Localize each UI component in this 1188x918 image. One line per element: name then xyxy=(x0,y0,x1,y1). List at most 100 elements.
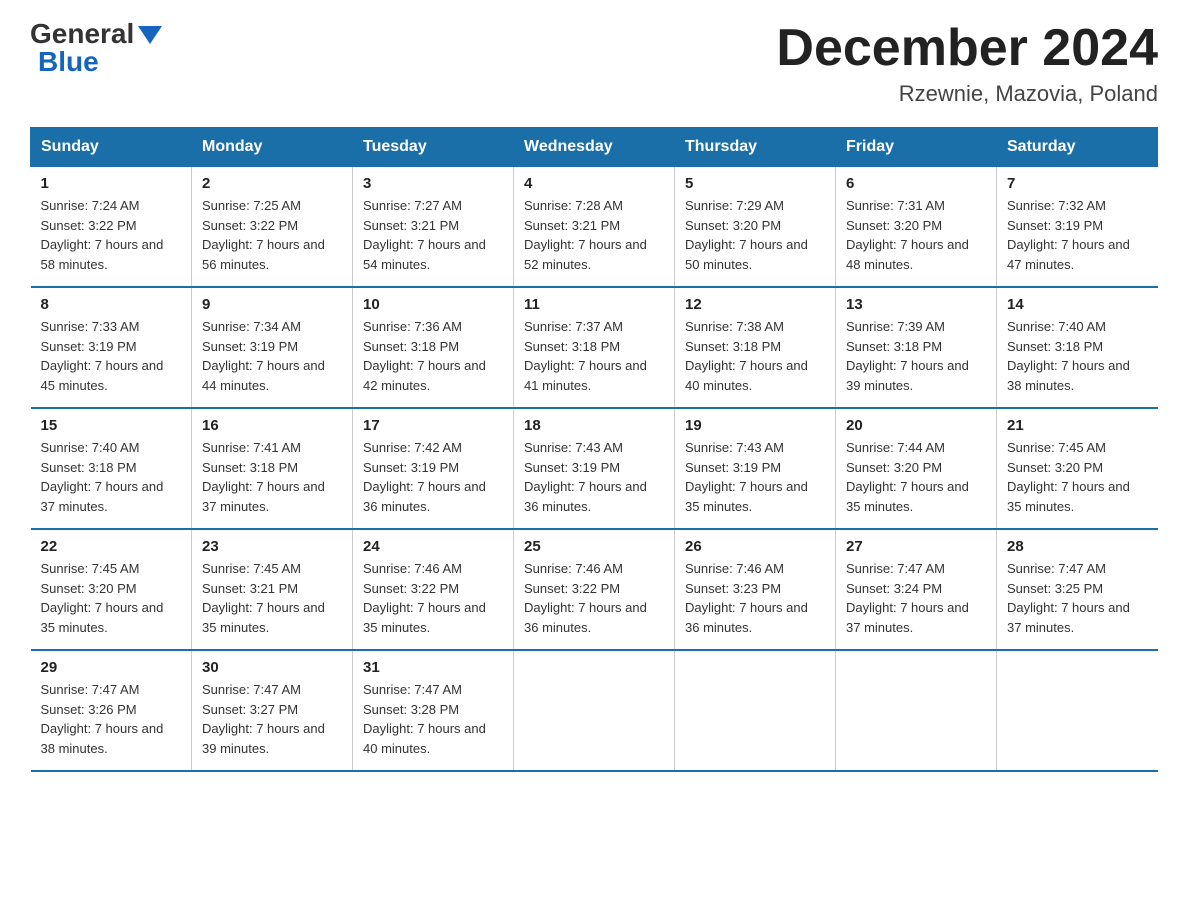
day-number: 12 xyxy=(685,296,825,313)
day-number: 30 xyxy=(202,659,342,676)
day-number: 20 xyxy=(846,417,986,434)
day-info: Sunrise: 7:33 AMSunset: 3:19 PMDaylight:… xyxy=(41,317,182,395)
weekday-header-sunday: Sunday xyxy=(31,128,192,167)
calendar-day-cell: 25Sunrise: 7:46 AMSunset: 3:22 PMDayligh… xyxy=(514,529,675,650)
day-number: 1 xyxy=(41,175,182,192)
day-info: Sunrise: 7:45 AMSunset: 3:20 PMDaylight:… xyxy=(41,559,182,637)
day-info: Sunrise: 7:37 AMSunset: 3:18 PMDaylight:… xyxy=(524,317,664,395)
calendar-day-cell: 21Sunrise: 7:45 AMSunset: 3:20 PMDayligh… xyxy=(997,408,1158,529)
calendar-day-cell: 27Sunrise: 7:47 AMSunset: 3:24 PMDayligh… xyxy=(836,529,997,650)
day-number: 15 xyxy=(41,417,182,434)
calendar-table: SundayMondayTuesdayWednesdayThursdayFrid… xyxy=(30,127,1158,772)
day-info: Sunrise: 7:47 AMSunset: 3:25 PMDaylight:… xyxy=(1007,559,1148,637)
calendar-day-cell: 24Sunrise: 7:46 AMSunset: 3:22 PMDayligh… xyxy=(353,529,514,650)
calendar-day-cell: 10 Sunrise: 7:36 AMSunset: 3:18 PMDayligh… xyxy=(353,287,514,408)
weekday-header-wednesday: Wednesday xyxy=(514,128,675,167)
weekday-header-saturday: Saturday xyxy=(997,128,1158,167)
day-number: 31 xyxy=(363,659,503,676)
calendar-day-cell: 15 Sunrise: 7:40 AMSunset: 3:18 PMDayligh… xyxy=(31,408,192,529)
calendar-day-cell: 16 Sunrise: 7:41 AMSunset: 3:18 PMDayligh… xyxy=(192,408,353,529)
day-info: Sunrise: 7:32 AMSunset: 3:19 PMDaylight:… xyxy=(1007,196,1148,274)
calendar-week-row: 1Sunrise: 7:24 AMSunset: 3:22 PMDaylight… xyxy=(31,167,1158,288)
day-number: 17 xyxy=(363,417,503,434)
logo-text-blue: Blue xyxy=(38,48,99,76)
day-number: 2 xyxy=(202,175,342,192)
calendar-day-cell: 12 Sunrise: 7:38 AMSunset: 3:18 PMDayligh… xyxy=(675,287,836,408)
calendar-day-cell: 18Sunrise: 7:43 AMSunset: 3:19 PMDayligh… xyxy=(514,408,675,529)
calendar-day-cell xyxy=(836,650,997,771)
day-number: 7 xyxy=(1007,175,1148,192)
day-info: Sunrise: 7:46 AMSunset: 3:23 PMDaylight:… xyxy=(685,559,825,637)
day-number: 11 xyxy=(524,296,664,313)
calendar-week-row: 8Sunrise: 7:33 AMSunset: 3:19 PMDaylight… xyxy=(31,287,1158,408)
day-info: Sunrise: 7:41 AMSunset: 3:18 PMDaylight:… xyxy=(202,438,342,516)
calendar-day-cell: 13 Sunrise: 7:39 AMSunset: 3:18 PMDayligh… xyxy=(836,287,997,408)
day-number: 18 xyxy=(524,417,664,434)
day-number: 26 xyxy=(685,538,825,555)
day-info: Sunrise: 7:46 AMSunset: 3:22 PMDaylight:… xyxy=(524,559,664,637)
calendar-day-cell: 19Sunrise: 7:43 AMSunset: 3:19 PMDayligh… xyxy=(675,408,836,529)
day-number: 3 xyxy=(363,175,503,192)
day-number: 9 xyxy=(202,296,342,313)
calendar-week-row: 15 Sunrise: 7:40 AMSunset: 3:18 PMDayligh… xyxy=(31,408,1158,529)
day-number: 23 xyxy=(202,538,342,555)
day-info: Sunrise: 7:36 AMSunset: 3:18 PMDaylight:… xyxy=(363,317,503,395)
location: Rzewnie, Mazovia, Poland xyxy=(776,81,1158,107)
day-number: 4 xyxy=(524,175,664,192)
logo-triangle-icon xyxy=(138,26,162,44)
weekday-header-friday: Friday xyxy=(836,128,997,167)
day-info: Sunrise: 7:47 AMSunset: 3:24 PMDaylight:… xyxy=(846,559,986,637)
weekday-header-thursday: Thursday xyxy=(675,128,836,167)
calendar-week-row: 22 Sunrise: 7:45 AMSunset: 3:20 PMDayligh… xyxy=(31,529,1158,650)
day-info: Sunrise: 7:39 AMSunset: 3:18 PMDaylight:… xyxy=(846,317,986,395)
calendar-day-cell: 9 Sunrise: 7:34 AMSunset: 3:19 PMDaylight… xyxy=(192,287,353,408)
calendar-day-cell xyxy=(514,650,675,771)
calendar-day-cell: 1Sunrise: 7:24 AMSunset: 3:22 PMDaylight… xyxy=(31,167,192,288)
logo: General Blue xyxy=(30,20,162,76)
title-block: December 2024 Rzewnie, Mazovia, Poland xyxy=(776,20,1158,107)
calendar-day-cell xyxy=(675,650,836,771)
day-info: Sunrise: 7:44 AMSunset: 3:20 PMDaylight:… xyxy=(846,438,986,516)
calendar-day-cell: 26 Sunrise: 7:46 AMSunset: 3:23 PMDayligh… xyxy=(675,529,836,650)
calendar-day-cell: 22 Sunrise: 7:45 AMSunset: 3:20 PMDayligh… xyxy=(31,529,192,650)
day-number: 21 xyxy=(1007,417,1148,434)
day-info: Sunrise: 7:25 AMSunset: 3:22 PMDaylight:… xyxy=(202,196,342,274)
calendar-day-cell: 3Sunrise: 7:27 AMSunset: 3:21 PMDaylight… xyxy=(353,167,514,288)
day-info: Sunrise: 7:46 AMSunset: 3:22 PMDaylight:… xyxy=(363,559,503,637)
day-info: Sunrise: 7:28 AMSunset: 3:21 PMDaylight:… xyxy=(524,196,664,274)
calendar-day-cell xyxy=(997,650,1158,771)
weekday-header-monday: Monday xyxy=(192,128,353,167)
calendar-day-cell: 30 Sunrise: 7:47 AMSunset: 3:27 PMDayligh… xyxy=(192,650,353,771)
calendar-day-cell: 6Sunrise: 7:31 AMSunset: 3:20 PMDaylight… xyxy=(836,167,997,288)
weekday-header-tuesday: Tuesday xyxy=(353,128,514,167)
calendar-day-cell: 7 Sunrise: 7:32 AMSunset: 3:19 PMDaylight… xyxy=(997,167,1158,288)
day-number: 13 xyxy=(846,296,986,313)
weekday-header-row: SundayMondayTuesdayWednesdayThursdayFrid… xyxy=(31,128,1158,167)
day-number: 10 xyxy=(363,296,503,313)
calendar-day-cell: 31 Sunrise: 7:47 AMSunset: 3:28 PMDayligh… xyxy=(353,650,514,771)
day-info: Sunrise: 7:34 AMSunset: 3:19 PMDaylight:… xyxy=(202,317,342,395)
day-info: Sunrise: 7:47 AMSunset: 3:26 PMDaylight:… xyxy=(41,680,182,758)
calendar-day-cell: 8Sunrise: 7:33 AMSunset: 3:19 PMDaylight… xyxy=(31,287,192,408)
calendar-day-cell: 11 Sunrise: 7:37 AMSunset: 3:18 PMDayligh… xyxy=(514,287,675,408)
day-info: Sunrise: 7:45 AMSunset: 3:21 PMDaylight:… xyxy=(202,559,342,637)
day-info: Sunrise: 7:47 AMSunset: 3:28 PMDaylight:… xyxy=(363,680,503,758)
day-info: Sunrise: 7:31 AMSunset: 3:20 PMDaylight:… xyxy=(846,196,986,274)
day-number: 28 xyxy=(1007,538,1148,555)
day-info: Sunrise: 7:29 AMSunset: 3:20 PMDaylight:… xyxy=(685,196,825,274)
day-number: 22 xyxy=(41,538,182,555)
day-info: Sunrise: 7:40 AMSunset: 3:18 PMDaylight:… xyxy=(41,438,182,516)
day-info: Sunrise: 7:47 AMSunset: 3:27 PMDaylight:… xyxy=(202,680,342,758)
day-number: 14 xyxy=(1007,296,1148,313)
calendar-week-row: 29 Sunrise: 7:47 AMSunset: 3:26 PMDayligh… xyxy=(31,650,1158,771)
day-number: 5 xyxy=(685,175,825,192)
day-info: Sunrise: 7:38 AMSunset: 3:18 PMDaylight:… xyxy=(685,317,825,395)
calendar-day-cell: 14Sunrise: 7:40 AMSunset: 3:18 PMDayligh… xyxy=(997,287,1158,408)
calendar-day-cell: 28 Sunrise: 7:47 AMSunset: 3:25 PMDayligh… xyxy=(997,529,1158,650)
day-number: 16 xyxy=(202,417,342,434)
day-info: Sunrise: 7:42 AMSunset: 3:19 PMDaylight:… xyxy=(363,438,503,516)
day-number: 29 xyxy=(41,659,182,676)
calendar-day-cell: 29 Sunrise: 7:47 AMSunset: 3:26 PMDayligh… xyxy=(31,650,192,771)
calendar-day-cell: 20 Sunrise: 7:44 AMSunset: 3:20 PMDayligh… xyxy=(836,408,997,529)
logo-text-general: General xyxy=(30,20,134,48)
